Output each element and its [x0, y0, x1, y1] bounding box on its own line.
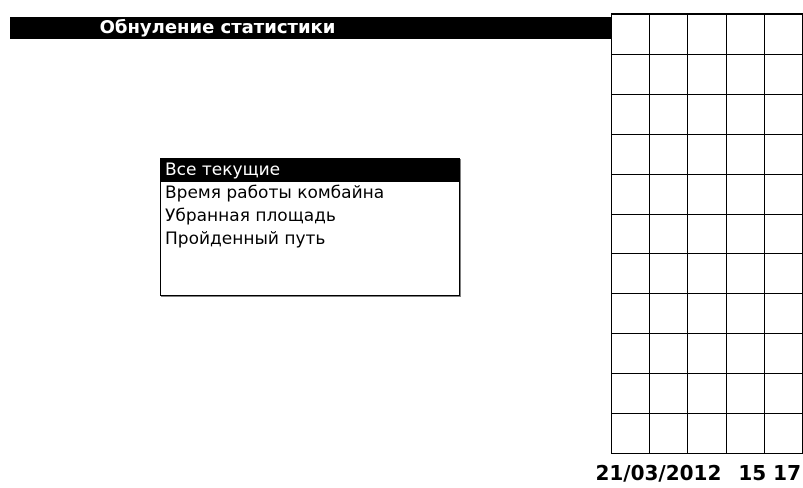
grid-cell[interactable] [763, 173, 803, 215]
grid-cell[interactable] [687, 14, 727, 55]
grid-cell[interactable] [610, 373, 651, 415]
grid-row [610, 333, 803, 375]
grid-cell[interactable] [687, 333, 727, 375]
grid-cell[interactable] [763, 373, 803, 415]
grid-cell[interactable] [649, 413, 689, 454]
grid-cell[interactable] [725, 413, 765, 454]
grid-cell[interactable] [610, 333, 651, 375]
grid-cell[interactable] [687, 293, 727, 335]
grid-cell[interactable] [649, 173, 689, 215]
grid-cell[interactable] [725, 133, 765, 175]
grid-row [610, 173, 803, 215]
grid-cell[interactable] [763, 413, 803, 454]
page-title: Обнуление статистики [99, 17, 336, 38]
grid-cell[interactable] [649, 253, 689, 295]
grid-cell[interactable] [763, 333, 803, 375]
grid-cell[interactable] [687, 373, 727, 415]
screen: Обнуление статистики Все текущие Время р… [0, 0, 803, 488]
grid-row [610, 53, 803, 95]
menu-item-distance-traveled[interactable]: Пройденный путь [161, 228, 459, 251]
grid-cell[interactable] [687, 253, 727, 295]
grid-cell[interactable] [763, 253, 803, 295]
grid-cell[interactable] [610, 133, 651, 175]
grid-cell[interactable] [725, 253, 765, 295]
main-panel: Обнуление статистики Все текущие Время р… [0, 0, 611, 488]
grid-cell[interactable] [649, 53, 689, 95]
grid-cell[interactable] [649, 373, 689, 415]
grid-row [610, 293, 803, 335]
grid-cell[interactable] [763, 14, 803, 55]
grid-cell[interactable] [725, 173, 765, 215]
menu-item-all-current[interactable]: Все текущие [161, 159, 459, 182]
menu-item-harvester-work-time[interactable]: Время работы комбайна [161, 182, 459, 205]
grid-row [610, 93, 803, 135]
grid-cell[interactable] [687, 173, 727, 215]
grid-cell[interactable] [725, 53, 765, 95]
status-datetime: 21/03/2012 15 17 [595, 460, 801, 486]
grid-cell[interactable] [610, 293, 651, 335]
grid-cell[interactable] [725, 213, 765, 255]
grid-cell[interactable] [687, 53, 727, 95]
grid-cell[interactable] [610, 53, 651, 95]
grid-row [610, 373, 803, 415]
grid-cell[interactable] [725, 333, 765, 375]
grid-cell[interactable] [610, 413, 651, 454]
grid-cell[interactable] [610, 173, 651, 215]
grid-cell[interactable] [763, 93, 803, 135]
grid-cell[interactable] [649, 14, 689, 55]
status-time: 15 17 [738, 461, 801, 485]
grid-row [610, 213, 803, 255]
grid-cell[interactable] [763, 133, 803, 175]
grid-cell[interactable] [649, 93, 689, 135]
reset-options-list[interactable]: Все текущие Время работы комбайна Убранн… [160, 158, 460, 296]
grid-cell[interactable] [610, 93, 651, 135]
grid-cell[interactable] [763, 213, 803, 255]
grid-cell[interactable] [687, 413, 727, 454]
soft-key-grid [610, 14, 803, 454]
grid-cell[interactable] [649, 133, 689, 175]
grid-cell[interactable] [725, 293, 765, 335]
grid-cell[interactable] [649, 213, 689, 255]
title-bar: Обнуление статистики [10, 17, 611, 39]
grid-cell[interactable] [610, 213, 651, 255]
grid-row [610, 413, 803, 454]
grid-cell[interactable] [687, 133, 727, 175]
grid-cell[interactable] [687, 213, 727, 255]
grid-row [610, 253, 803, 295]
grid-cell[interactable] [725, 14, 765, 55]
grid-cell[interactable] [687, 93, 727, 135]
grid-row [610, 133, 803, 175]
grid-cell[interactable] [610, 14, 651, 55]
grid-row [610, 14, 803, 55]
grid-cell[interactable] [725, 373, 765, 415]
grid-cell[interactable] [763, 53, 803, 95]
grid-cell[interactable] [725, 93, 765, 135]
status-date: 21/03/2012 [595, 461, 722, 485]
grid-cell[interactable] [649, 333, 689, 375]
grid-cell[interactable] [763, 293, 803, 335]
grid-cell[interactable] [649, 293, 689, 335]
menu-item-harvested-area[interactable]: Убранная площадь [161, 205, 459, 228]
grid-cell[interactable] [610, 253, 651, 295]
